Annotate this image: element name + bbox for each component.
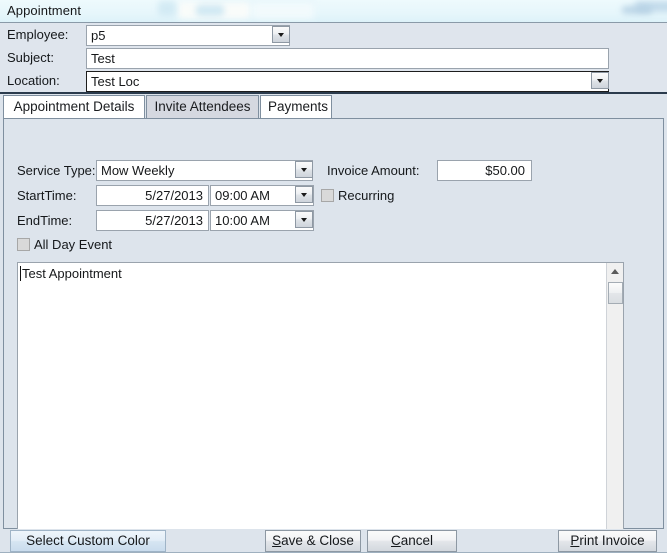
appointment-details-panel: Service Type: Mow Weekly Invoice Amount:… bbox=[3, 118, 664, 542]
tab-invite-attendees[interactable]: Invite Attendees bbox=[146, 95, 259, 118]
tab-payments[interactable]: Payments bbox=[260, 95, 332, 118]
window-title: Appointment bbox=[7, 3, 82, 18]
header-field-panel: Employee: p5 Subject: Test Location: Tes… bbox=[0, 23, 667, 94]
recurring-label: Recurring bbox=[338, 188, 395, 203]
employee-dropdown-arrow-icon[interactable] bbox=[272, 26, 290, 43]
end-time-dropdown-arrow-icon[interactable] bbox=[295, 211, 313, 228]
invoice-amount-input[interactable]: $50.00 bbox=[437, 160, 532, 181]
location-combobox[interactable]: Test Loc bbox=[86, 71, 609, 92]
print-invoice-button[interactable]: Print Invoice bbox=[558, 530, 657, 552]
scrollbar-thumb[interactable] bbox=[608, 282, 623, 304]
start-time-label: StartTime: bbox=[17, 188, 77, 203]
save-and-close-button[interactable]: Save & Close bbox=[265, 530, 361, 552]
cancel-button[interactable]: Cancel bbox=[367, 530, 457, 552]
service-type-combobox[interactable]: Mow Weekly bbox=[96, 160, 313, 181]
tab-strip: Appointment Details Invite Attendees Pay… bbox=[3, 95, 664, 119]
label-rest: ave & Close bbox=[281, 533, 354, 548]
notes-vertical-scrollbar[interactable] bbox=[606, 263, 623, 541]
service-type-label: Service Type: bbox=[17, 163, 96, 178]
button-bar: Select Custom Color Save & Close Cancel … bbox=[0, 529, 667, 553]
window-titlebar: Appointment bbox=[0, 0, 667, 22]
employee-label: Employee: bbox=[7, 27, 69, 42]
all-day-event-checkbox[interactable] bbox=[17, 238, 30, 251]
text-caret bbox=[20, 266, 21, 281]
select-custom-color-button[interactable]: Select Custom Color bbox=[10, 530, 166, 552]
subject-label: Subject: bbox=[7, 50, 54, 65]
location-label: Location: bbox=[7, 73, 60, 88]
start-time-dropdown-arrow-icon[interactable] bbox=[295, 186, 313, 203]
employee-combobox[interactable]: p5 bbox=[86, 25, 290, 46]
accel-char: C bbox=[390, 533, 401, 548]
recurring-checkbox[interactable] bbox=[321, 189, 334, 202]
start-date-input[interactable]: 5/27/2013 bbox=[96, 185, 209, 206]
label-rest: rint Invoice bbox=[579, 533, 645, 548]
end-date-input[interactable]: 5/27/2013 bbox=[96, 210, 209, 231]
notes-textarea[interactable]: Test Appointment bbox=[17, 262, 624, 542]
invoice-amount-label: Invoice Amount: bbox=[327, 163, 420, 178]
all-day-event-label: All Day Event bbox=[34, 237, 113, 252]
subject-input[interactable]: Test bbox=[86, 48, 609, 69]
scroll-up-arrow-icon[interactable] bbox=[607, 263, 623, 280]
accel-char: P bbox=[570, 533, 580, 548]
service-type-dropdown-arrow-icon[interactable] bbox=[295, 161, 313, 178]
end-time-label: EndTime: bbox=[17, 213, 73, 228]
appointment-window: Employee: p5 Subject: Test Location: Tes… bbox=[0, 22, 667, 553]
location-dropdown-arrow-icon[interactable] bbox=[591, 72, 609, 89]
tab-appointment-details[interactable]: Appointment Details bbox=[3, 95, 145, 118]
label-rest: ancel bbox=[400, 533, 434, 548]
notes-text: Test Appointment bbox=[22, 266, 122, 281]
accel-char: S bbox=[272, 533, 282, 548]
